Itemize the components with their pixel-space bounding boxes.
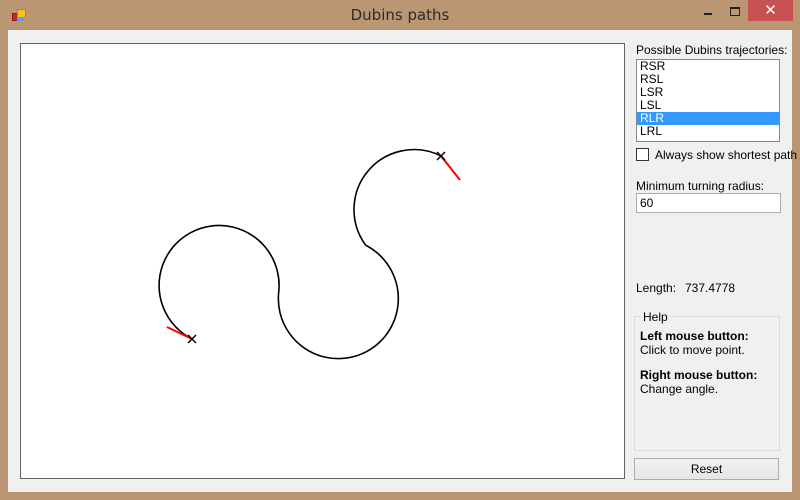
help-left-mouse: Left mouse button: Click to move point. [640, 329, 776, 357]
help-right-text: Change angle. [640, 382, 719, 396]
trajectories-listbox[interactable]: RSR RSL LSR LSL RLR LRL [636, 59, 780, 142]
shortest-path-label[interactable]: Always show shortest path [655, 148, 797, 162]
length-value: 737.4778 [685, 281, 736, 295]
path-svg [158, 148, 461, 360]
help-groupbox: Help Left mouse button: Click to move po… [634, 310, 780, 451]
close-button[interactable]: ✕ [748, 0, 793, 21]
start-point-marker[interactable] [187, 334, 197, 344]
close-icon: ✕ [764, 1, 777, 19]
client-area: Possible Dubins trajectories: RSR RSL LSR L… [8, 30, 797, 492]
shortest-path-checkbox[interactable] [636, 148, 649, 161]
help-left-text: Click to move point. [640, 343, 745, 357]
drawing-canvas[interactable] [20, 43, 625, 479]
trajectories-label: Possible Dubins trajectories: [636, 43, 788, 57]
dubins-path [158, 148, 442, 360]
length-label: Length: [636, 281, 677, 295]
trajectory-item-lrl[interactable]: LRL [637, 125, 779, 138]
help-right-bold: Right mouse button: [640, 368, 758, 382]
help-title: Help [641, 310, 670, 324]
end-point-marker[interactable] [436, 151, 446, 161]
help-left-bold: Left mouse button: [640, 329, 749, 343]
start-heading-line[interactable] [166, 326, 193, 340]
reset-button[interactable]: Reset [634, 458, 779, 480]
radius-label: Minimum turning radius: [636, 179, 765, 193]
minimize-button[interactable] [696, 0, 722, 21]
help-right-mouse: Right mouse button: Change angle. [640, 368, 776, 396]
radius-input[interactable]: 60 [636, 193, 781, 213]
maximize-button[interactable] [722, 0, 748, 21]
